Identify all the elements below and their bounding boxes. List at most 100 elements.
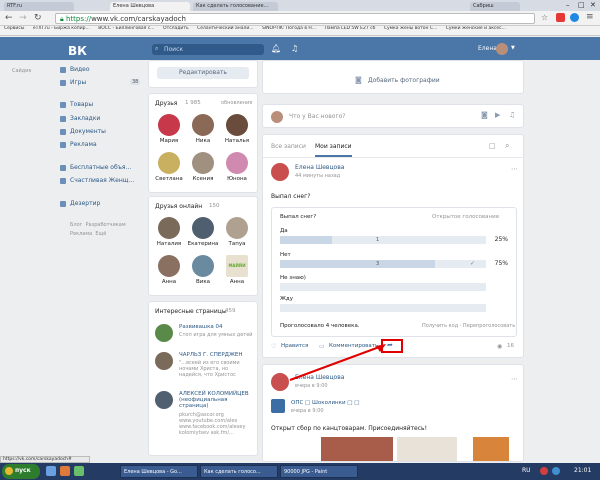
bookmark-item[interactable]: BOCC - Биллинговая с...	[98, 26, 154, 31]
search-input[interactable]: ⌕ Поиск	[152, 44, 264, 55]
chevron-down-icon[interactable]: ▼	[511, 45, 515, 51]
poll-option-bar[interactable]	[280, 304, 486, 312]
page-avatar[interactable]	[155, 352, 173, 370]
footer-link-blog[interactable]: Блог	[70, 222, 82, 228]
video-icon[interactable]: ▶	[495, 111, 500, 119]
friend-item[interactable]: Ника	[187, 114, 219, 144]
search-icon[interactable]: ⌕	[505, 141, 509, 151]
friend-item[interactable]: Мария	[153, 114, 185, 144]
tab-vk[interactable]: Елена Шевцова	[110, 2, 190, 11]
friends-update-link[interactable]: обновления	[221, 100, 252, 106]
page-avatar[interactable]	[155, 391, 173, 409]
nav-app-happy-woman[interactable]: Счастливая Женщ...	[70, 177, 134, 184]
friend-item[interactable]: МАЙЙИ Анна	[221, 255, 253, 285]
extension-icon[interactable]	[570, 13, 579, 22]
quicklaunch-icon[interactable]	[74, 466, 84, 476]
close-icon[interactable]: ✕	[590, 1, 596, 9]
start-button[interactable]: пуск	[2, 464, 40, 479]
bookmark-item[interactable]: Лампа LED 5W E27 сб	[325, 26, 376, 31]
bookmark-item[interactable]: eTXT.ru - Биржа копир...	[33, 26, 90, 31]
more-icon[interactable]: ⋯	[511, 165, 518, 173]
page-name[interactable]: Развивашка 04	[179, 324, 223, 330]
repost-avatar[interactable]	[271, 399, 285, 413]
vk-logo[interactable]: ВК	[68, 44, 87, 58]
url-input[interactable]: 🔒︎ https://www.vk.com/carskayadoch	[55, 13, 535, 24]
taskbar-item[interactable]: Елена Шевцова - Go...	[120, 465, 198, 478]
tray-icon[interactable]	[540, 467, 548, 475]
taskbar-item[interactable]: 90000 JPG - Paint	[280, 465, 358, 478]
bookmark-item[interactable]: Сумки женские и аксес...	[446, 26, 506, 31]
friends-online-title[interactable]: Друзья онлайн	[155, 203, 202, 210]
user-name[interactable]: Елена	[478, 45, 497, 52]
post-image[interactable]	[397, 437, 457, 461]
nav-app-free-ads[interactable]: Бесплатные объя...	[70, 164, 131, 171]
friend-item[interactable]: Наталья	[221, 114, 253, 144]
edit-profile-button[interactable]: Редактировать	[157, 67, 249, 79]
repost-time[interactable]: вчера в 9:00	[291, 408, 324, 414]
star-icon[interactable]: ☆	[541, 13, 548, 22]
nav-top[interactable]: Сайдик	[12, 68, 32, 74]
composer-input[interactable]: Что у Вас нового?	[289, 113, 345, 120]
extension-icon[interactable]	[556, 13, 565, 22]
heart-icon[interactable]: ♡	[271, 343, 276, 350]
add-photo-link[interactable]: Добавить фотографии	[368, 77, 440, 84]
friend-item[interactable]: Наталия	[153, 217, 185, 247]
page-avatar[interactable]	[155, 324, 173, 342]
pages-title[interactable]: Интересные страницы	[155, 308, 227, 315]
lock-icon[interactable]: □	[489, 142, 496, 150]
bookmark-item[interactable]: SINOPTIK: Погода в Н...	[262, 26, 316, 31]
tab-my-posts[interactable]: Мои записи	[315, 143, 352, 157]
nav-bookmarks[interactable]: Закладки	[70, 115, 100, 122]
poll-option-bar[interactable]: 3 ✓ 75%	[280, 260, 508, 268]
footer-link-dev[interactable]: Разработчикам	[86, 222, 126, 228]
bookmark-item[interactable]: Отсладить	[163, 26, 189, 31]
page-name[interactable]: ЧАРЛЬЗ Г. СПЕРДЖЕН	[179, 352, 242, 358]
nav-documents[interactable]: Документы	[70, 128, 106, 135]
bell-icon[interactable]: 🔔︎	[271, 44, 281, 53]
forward-icon[interactable]: →	[19, 13, 27, 23]
friend-item[interactable]: Вика	[187, 255, 219, 285]
friend-item[interactable]: Светлана	[153, 152, 185, 182]
more-icon[interactable]: ⋯	[511, 375, 518, 383]
avatar[interactable]	[496, 43, 508, 55]
friend-item[interactable]: Анна	[153, 255, 185, 285]
taskbar-item[interactable]: Как сделать голосо...	[200, 465, 278, 478]
nav-goods[interactable]: Товары	[70, 101, 93, 108]
back-icon[interactable]: ←	[5, 13, 13, 23]
poll-option-bar[interactable]	[280, 283, 486, 291]
post-image[interactable]	[321, 437, 393, 461]
menu-icon[interactable]: ≡	[586, 12, 594, 22]
friend-item[interactable]: Юнона	[221, 152, 253, 182]
poll-option-bar[interactable]: 1 25%	[280, 236, 508, 244]
bookmark-item[interactable]: Селантический анали...	[197, 26, 253, 31]
bookmark-item[interactable]: Сервисы	[4, 26, 24, 31]
friend-item[interactable]: Ксения	[187, 152, 219, 182]
footer-link-more[interactable]: Ещё	[95, 231, 106, 237]
reload-icon[interactable]: ↻	[34, 13, 42, 23]
footer-link-ads[interactable]: Реклама	[70, 231, 92, 237]
poll-voted-count[interactable]: Проголосовало 4 человека.	[280, 323, 360, 329]
maximize-icon[interactable]: □	[578, 1, 585, 9]
language-indicator[interactable]: RU	[522, 467, 531, 474]
avatar[interactable]	[271, 163, 289, 181]
post-time[interactable]: 44 минуты назад	[295, 173, 340, 179]
nav-app-deserter[interactable]: Дезертир	[70, 200, 100, 207]
music-icon[interactable]: ♫	[509, 111, 515, 119]
nav-ads[interactable]: Реклама	[70, 141, 97, 148]
minimize-icon[interactable]: –	[566, 1, 570, 9]
repost-author[interactable]: ОПС □ Шоколинки □ □	[291, 400, 359, 406]
tray-icon[interactable]	[552, 467, 560, 475]
quicklaunch-icon[interactable]	[46, 466, 56, 476]
bookmark-item[interactable]: Сумка жены вотон С...	[384, 26, 437, 31]
post-image[interactable]	[473, 437, 509, 461]
friend-item[interactable]: Екатерина	[187, 217, 219, 247]
nav-games[interactable]: Игры	[70, 79, 86, 86]
tab-howto[interactable]: Как сделать голосование...	[193, 2, 278, 11]
post-author[interactable]: Елена Шевцова	[295, 164, 344, 171]
poll-links[interactable]: Получить код · Перепроголосовать	[422, 323, 515, 329]
nav-video[interactable]: Видео	[70, 66, 90, 73]
tab-user[interactable]: Сабриш	[470, 2, 520, 11]
tab-rtf[interactable]: RTF.ru	[4, 2, 74, 11]
tab-all-posts[interactable]: Все записи	[271, 143, 306, 150]
quicklaunch-icon[interactable]	[60, 466, 70, 476]
